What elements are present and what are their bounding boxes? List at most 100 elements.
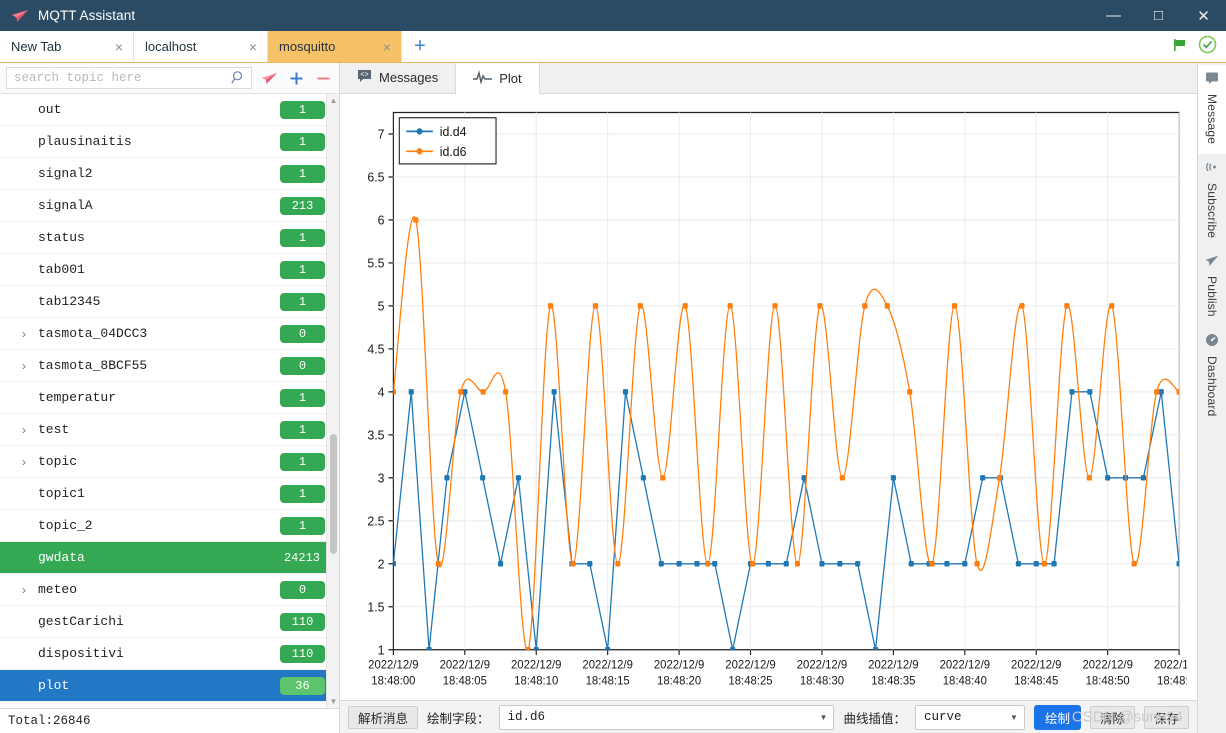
chevron-right-icon[interactable]: › [22,327,38,341]
svg-text:5: 5 [378,298,385,313]
topic-row[interactable]: status1 [0,222,339,254]
close-icon[interactable]: × [383,40,391,54]
topic-row[interactable]: gestCarichi110 [0,606,339,638]
search-field-wrapper [6,67,252,89]
svg-text:18:48:35: 18:48:35 [871,674,916,687]
topic-name: meteo [38,582,280,597]
search-input[interactable] [6,67,252,89]
topic-row[interactable]: temperatur1 [0,382,339,414]
tab-localhost[interactable]: localhost × [134,31,268,62]
app-window: MQTT Assistant — □ ✕ New Tab × localhost… [0,0,1226,733]
rail-item-publish[interactable]: Publish [1198,248,1226,327]
clear-plot-button[interactable]: 清除 [1090,706,1135,729]
svg-text:18:48:55: 18:48:55 [1157,674,1187,687]
main-body: out1plausinaitis1signal21signalA213statu… [0,63,1226,733]
green-check-circle-icon[interactable] [1198,35,1217,59]
interpolation-select[interactable]: curve ▼ [915,705,1025,730]
svg-text:2022/12/9: 2022/12/9 [440,658,490,671]
chevron-right-icon[interactable]: › [22,455,38,469]
green-flag-icon[interactable] [1172,37,1187,57]
topic-row[interactable]: ›meteo0 [0,574,339,606]
topic-row[interactable]: signalA213 [0,190,339,222]
chevron-down-icon[interactable]: ▼ [813,713,833,722]
svg-text:18:48:10: 18:48:10 [514,674,559,687]
svg-text:id.d4: id.d4 [440,124,467,139]
chevron-right-icon[interactable]: › [22,423,38,437]
rail-item-subscribe[interactable]: Subscribe [1198,154,1226,248]
draw-plot-button[interactable]: 绘制 [1034,705,1081,730]
topic-list[interactable]: out1plausinaitis1signal21signalA213statu… [0,94,339,708]
connection-status-group [1172,31,1226,62]
topic-row[interactable]: ›topic1 [0,446,339,478]
plus-icon[interactable] [286,67,306,89]
svg-text:2022/12/9: 2022/12/9 [940,658,990,671]
publish-icon[interactable] [259,67,279,89]
topic-row[interactable]: topic_21 [0,510,339,542]
plot-field-select[interactable]: id.d6 ▼ [499,705,835,730]
tab-strip: New Tab × localhost × mosquitto × + [0,31,1226,63]
topic-row[interactable]: ›tasmota_04DCC30 [0,318,339,350]
svg-text:2022/12/9: 2022/12/9 [654,658,704,671]
maximize-button[interactable]: □ [1136,0,1181,31]
minus-icon[interactable] [313,67,333,89]
tab-label: localhost [145,39,243,54]
minimize-button[interactable]: — [1091,0,1136,31]
topic-row[interactable]: plausinaitis1 [0,126,339,158]
rail-item-dashboard[interactable]: Dashboard [1198,327,1226,427]
save-plot-button[interactable]: 保存 [1144,706,1189,729]
topic-count-badge: 110 [280,613,325,631]
topic-row[interactable]: dispositivi110 [0,638,339,670]
svg-text:2022/12/9: 2022/12/9 [368,658,418,671]
scrollbar-thumb[interactable] [330,434,337,554]
tab-new-tab[interactable]: New Tab × [0,31,134,62]
topic-name: signalA [38,198,280,213]
close-button[interactable]: ✕ [1181,0,1226,31]
add-tab-button[interactable]: + [402,31,438,62]
topic-count-badge: 1 [280,101,325,119]
topic-row[interactable]: topic11 [0,478,339,510]
chevron-down-icon[interactable]: ▼ [1004,713,1024,722]
plot-toolbar: 解析消息 绘制字段： id.d6 ▼ 曲线插值： curve ▼ 绘制 清除 保… [340,700,1197,733]
topic-row[interactable]: gwdata24213 [0,542,339,574]
tab-messages[interactable]: <> Messages [340,62,456,93]
dashboard-icon [1205,333,1219,352]
close-icon[interactable]: × [115,40,123,54]
topic-name: gestCarichi [38,614,280,629]
topic-count-badge: 1 [280,229,325,247]
chevron-right-icon[interactable]: › [22,359,38,373]
svg-text:18:48:05: 18:48:05 [443,674,488,687]
topic-row[interactable]: signal21 [0,158,339,190]
topic-name: topic [38,454,280,469]
svg-text:18:48:25: 18:48:25 [728,674,773,687]
svg-text:6.5: 6.5 [367,169,384,184]
close-icon[interactable]: × [249,40,257,54]
title-bar: MQTT Assistant — □ ✕ [0,0,1226,31]
topic-row[interactable]: plot36 [0,670,339,702]
topic-row[interactable]: out1 [0,94,339,126]
topic-count-badge: 0 [280,325,325,343]
topic-count-badge: 1 [280,517,325,535]
topic-name: signal2 [38,166,280,181]
topic-list-scrollbar[interactable]: ▲ ▼ [326,94,339,708]
tab-plot[interactable]: Plot [456,63,539,94]
scroll-up-icon[interactable]: ▲ [327,94,339,107]
code-bubble-icon: <> [357,69,372,86]
scroll-down-icon[interactable]: ▼ [327,695,339,708]
topic-row[interactable]: ›test1 [0,414,339,446]
svg-text:4.5: 4.5 [367,341,384,356]
topic-row[interactable]: tab123451 [0,286,339,318]
chevron-right-icon[interactable]: › [22,583,38,597]
topic-count-badge: 1 [280,133,325,151]
topic-row[interactable]: ›tasmota_8BCF550 [0,350,339,382]
topic-count-badge: 0 [280,581,325,599]
plot-canvas[interactable]: 11.522.533.544.555.566.572022/12/918:48:… [340,94,1197,700]
rail-item-message[interactable]: Message [1198,65,1226,154]
tab-label: mosquitto [279,39,377,54]
svg-text:18:48:50: 18:48:50 [1086,674,1131,687]
window-title: MQTT Assistant [38,8,135,23]
svg-text:2022/12/9: 2022/12/9 [1082,658,1132,671]
parse-message-button[interactable]: 解析消息 [348,706,418,729]
svg-text:2022/12/9: 2022/12/9 [1154,658,1187,671]
tab-mosquitto[interactable]: mosquitto × [268,31,402,62]
topic-row[interactable]: tab0011 [0,254,339,286]
